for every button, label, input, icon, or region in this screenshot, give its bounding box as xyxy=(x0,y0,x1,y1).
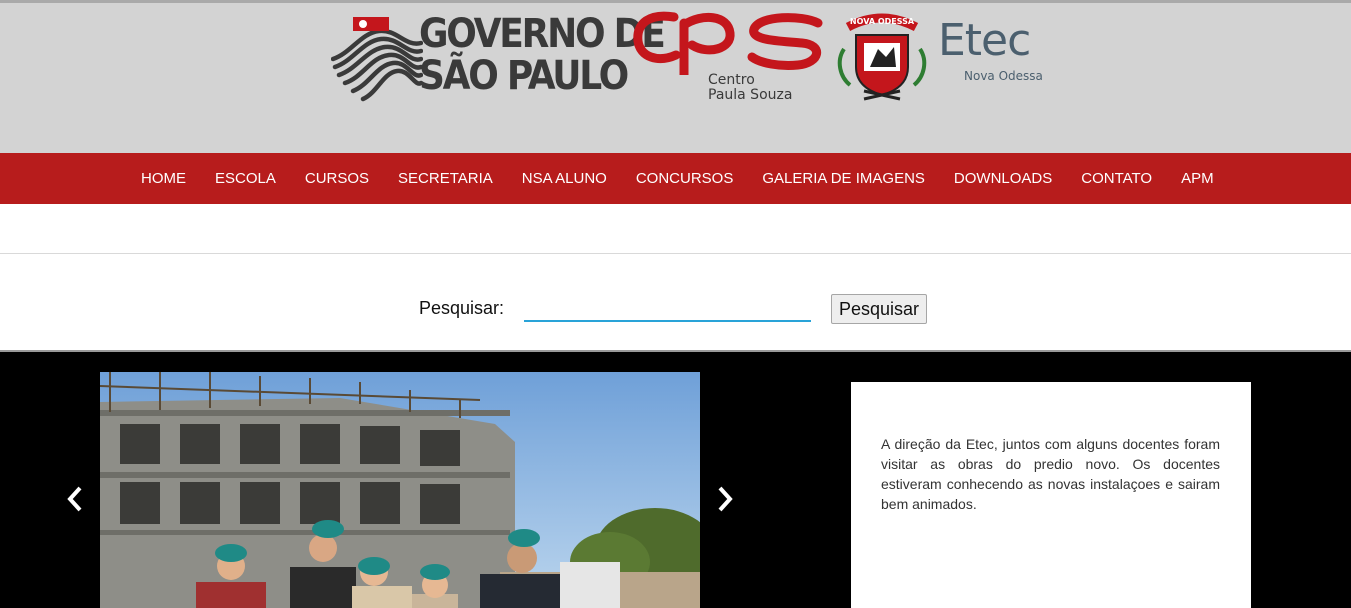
slider-next-button[interactable] xyxy=(712,482,738,516)
nav-item-home[interactable]: HOME xyxy=(141,153,186,204)
nav-item-secretaria[interactable]: SECRETARIA xyxy=(398,153,493,204)
centro-paula-souza-logo[interactable]: Centro Paula Souza xyxy=(632,9,826,105)
logo-sp-line2: SÃO PAULO xyxy=(419,53,629,99)
nav-item-escola[interactable]: ESCOLA xyxy=(215,153,276,204)
search-input[interactable] xyxy=(524,292,811,322)
slide-image[interactable] xyxy=(100,372,700,608)
nav-item-nsa-aluno[interactable]: NSA ALUNO xyxy=(522,153,607,204)
logo-cps-line2: Paula Souza xyxy=(708,87,793,103)
etec-logo[interactable]: Etec Nova Odessa xyxy=(938,15,1043,87)
nav-item-apm[interactable]: APM xyxy=(1181,153,1214,204)
cps-subtitle: Centro Paula Souza xyxy=(708,73,826,103)
news-slider: A direção da Etec, juntos com alguns doc… xyxy=(0,352,1351,608)
logo-cps-line1: Centro xyxy=(708,72,755,88)
nav-item-cursos[interactable]: CURSOS xyxy=(305,153,369,204)
slide-caption-box: A direção da Etec, juntos com alguns doc… xyxy=(851,382,1251,608)
nav-item-galeria[interactable]: GALERIA DE IMAGENS xyxy=(762,153,925,204)
coat-of-arms-icon: NOVA ODESSA xyxy=(837,13,927,101)
nova-odessa-crest-logo[interactable]: NOVA ODESSA xyxy=(834,7,930,105)
cps-mark-icon xyxy=(633,11,823,102)
governo-sao-paulo-logo[interactable]: GOVERNO DE SÃO PAULO xyxy=(330,11,666,103)
chevron-right-icon xyxy=(718,486,733,512)
governo-sao-paulo-wordmark: GOVERNO DE SÃO PAULO xyxy=(419,11,666,99)
etec-city-label: Nova Odessa xyxy=(964,69,1043,83)
search-label: Pesquisar: xyxy=(419,298,505,318)
nav-item-contato[interactable]: CONTATO xyxy=(1081,153,1152,204)
divider xyxy=(0,253,1351,254)
chevron-left-icon xyxy=(67,486,82,512)
search-button[interactable]: Pesquisar xyxy=(831,294,927,324)
slide-caption-text: A direção da Etec, juntos com alguns doc… xyxy=(881,436,1220,512)
nav-item-downloads[interactable]: DOWNLOADS xyxy=(954,153,1052,204)
site-header: GOVERNO DE SÃO PAULO Centro Paula Souza … xyxy=(0,0,1351,153)
slider-prev-button[interactable] xyxy=(62,482,88,516)
crest-city-text: NOVA ODESSA xyxy=(850,17,915,26)
nav-menu: HOME ESCOLA CURSOS SECRETARIA NSA ALUNO … xyxy=(141,153,1214,204)
sao-paulo-stripes-icon xyxy=(330,17,424,102)
main-navigation: HOME ESCOLA CURSOS SECRETARIA NSA ALUNO … xyxy=(0,153,1351,204)
nav-item-concursos[interactable]: CONCURSOS xyxy=(636,153,734,204)
logo-sp-line1: GOVERNO DE xyxy=(419,11,666,57)
etec-wordmark: Etec xyxy=(938,15,1031,66)
construction-site-photo xyxy=(100,372,700,608)
